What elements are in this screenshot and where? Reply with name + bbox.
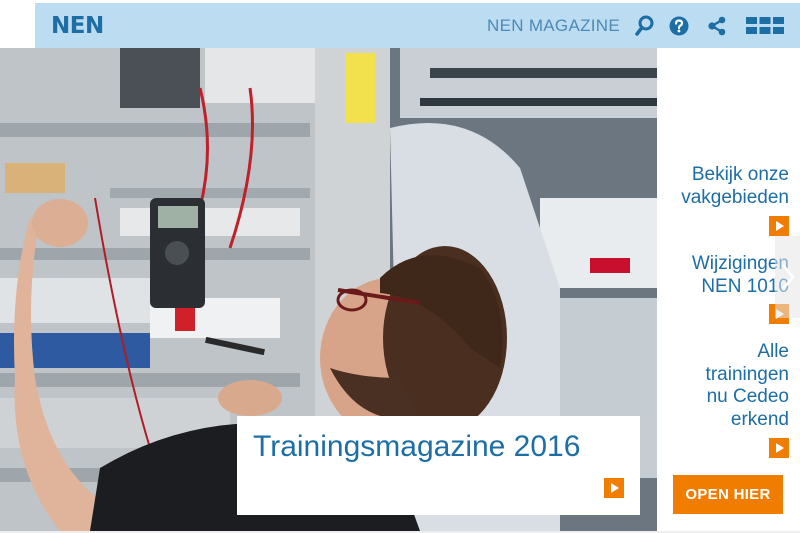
nen-magazine-link[interactable]: NEN MAGAZINE [487, 16, 620, 36]
chevron-right-icon [781, 264, 795, 290]
share-icon[interactable] [705, 12, 729, 40]
vakgebieden-play-icon[interactable] [769, 216, 789, 236]
grid-menu-icon[interactable] [745, 12, 785, 40]
caption-play-icon[interactable] [604, 478, 624, 498]
top-header: NEN NEN MAGAZINE [35, 3, 800, 48]
slider-next-arrow[interactable] [775, 236, 800, 318]
nen-logo[interactable]: NEN [51, 13, 104, 39]
help-icon[interactable] [667, 12, 691, 40]
link-vakgebieden[interactable]: Bekijk onze vakgebieden [664, 164, 789, 209]
link-trainingen-cedeo[interactable]: Alle trainingen nu Cedeo erkend [689, 341, 789, 431]
link-wijzigingen-nen-1010[interactable]: Wijzigingen NEN 1010 [671, 253, 789, 298]
open-hier-button[interactable]: OPEN HIER [673, 475, 783, 514]
trainingen-play-icon[interactable] [769, 438, 789, 458]
search-icon[interactable] [633, 12, 657, 40]
hero-caption-box[interactable]: Trainingsmagazine 2016 [237, 416, 640, 515]
hero-caption-title[interactable]: Trainingsmagazine 2016 [253, 430, 583, 464]
